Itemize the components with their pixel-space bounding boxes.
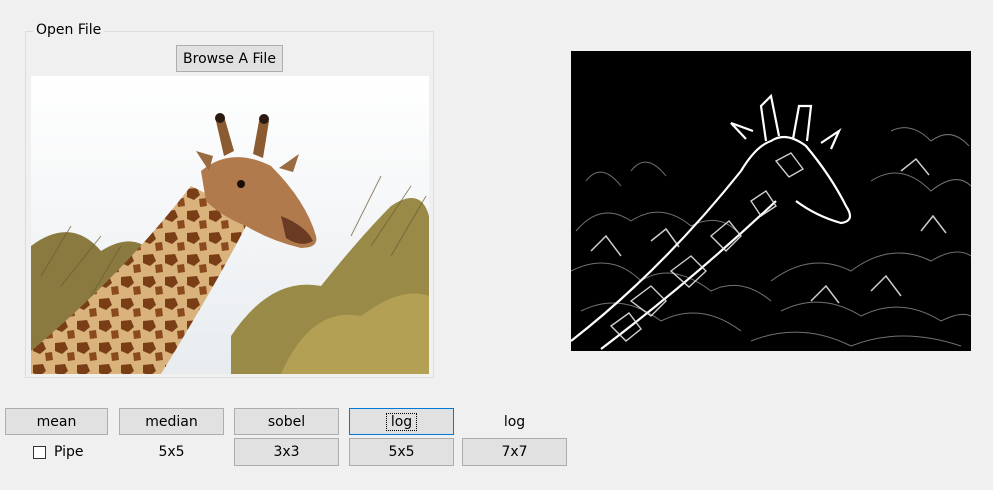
median-size-label: 5x5	[158, 443, 185, 460]
pipe-checkbox[interactable]: Pipe	[33, 444, 84, 460]
pipe-checkbox-label: Pipe	[54, 444, 84, 460]
log-7x7-button[interactable]: 7x7	[462, 438, 567, 466]
mean-button[interactable]: mean	[5, 408, 108, 435]
log-7x7-header-label: log	[503, 413, 526, 430]
processed-image	[571, 51, 971, 351]
median-button[interactable]: median	[119, 408, 224, 435]
sobel-button[interactable]: sobel	[234, 408, 339, 435]
open-file-group-label: Open File	[33, 21, 105, 39]
original-image	[31, 76, 429, 374]
pipe-checkbox-box[interactable]	[33, 445, 46, 459]
log-5x5-button[interactable]: 5x5	[349, 438, 454, 466]
log-button-label: log	[385, 412, 418, 431]
log-button[interactable]: log	[349, 408, 454, 435]
browse-file-button[interactable]: Browse A File	[176, 45, 283, 72]
sobel-3x3-button[interactable]: 3x3	[234, 438, 339, 466]
